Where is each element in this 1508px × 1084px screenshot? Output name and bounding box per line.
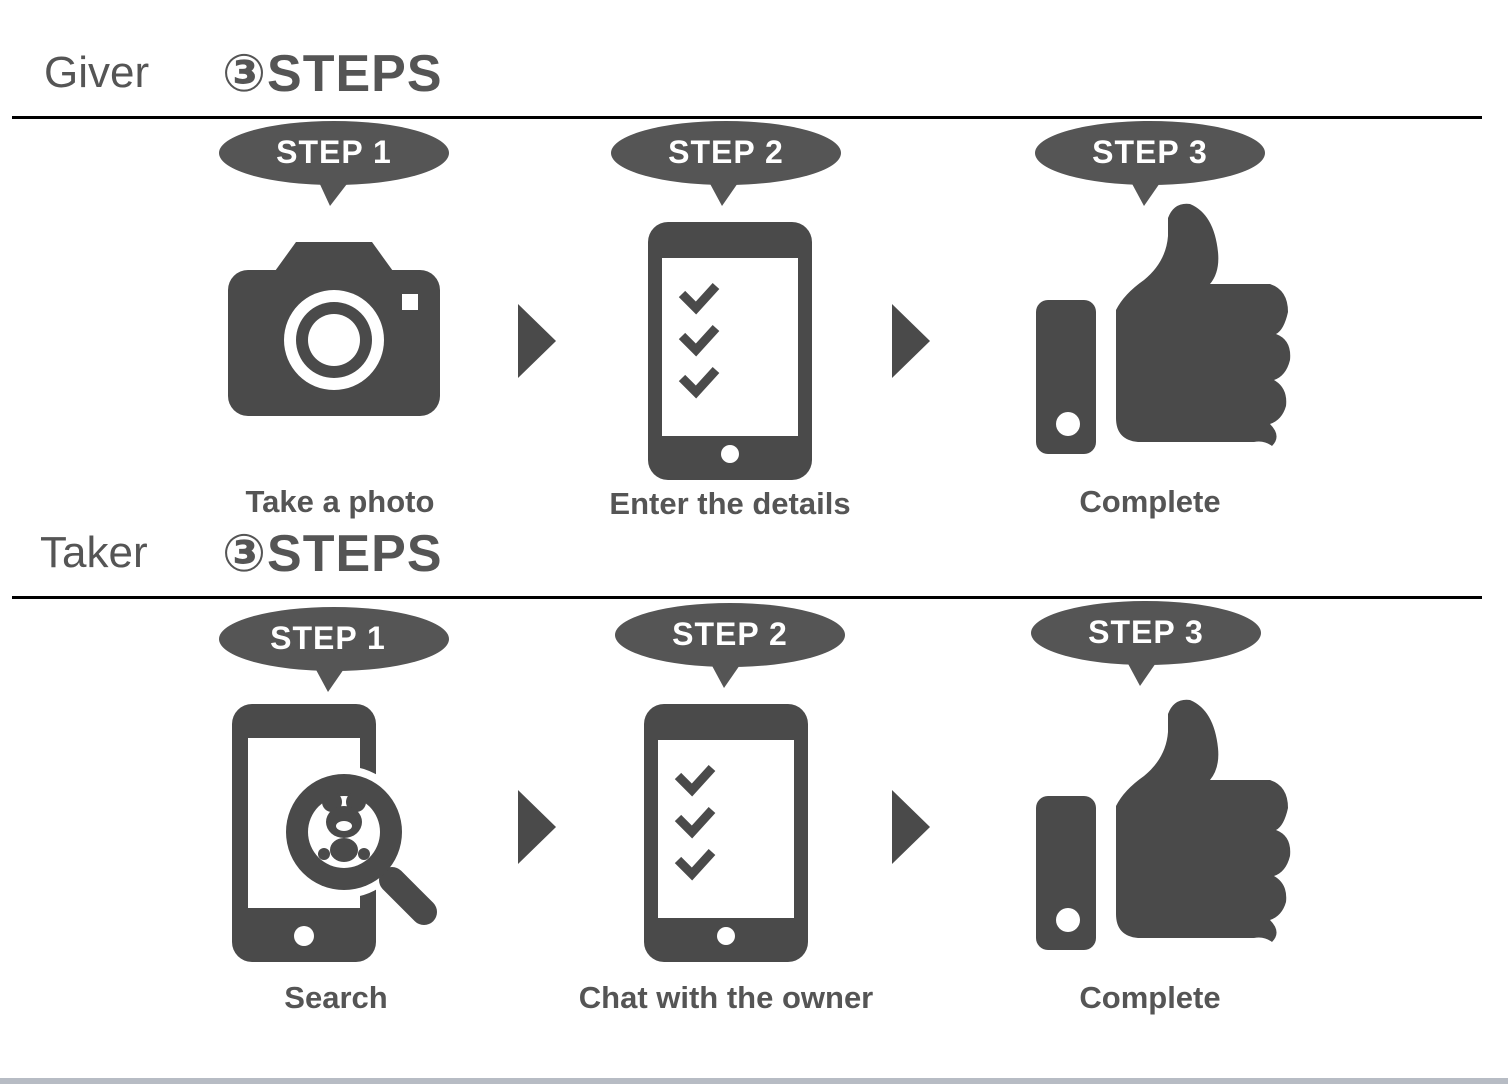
giver-divider — [12, 116, 1482, 119]
giver-step1-badge: STEP 1 — [218, 120, 450, 212]
giver-steps-title: ③STEPS — [222, 45, 443, 103]
taker-arrow-2 — [892, 790, 930, 869]
giver-step3-badge-text: STEP 3 — [1092, 134, 1208, 170]
taker-steps-title: ③STEPS — [222, 525, 443, 583]
bottom-bar — [0, 1078, 1508, 1084]
giver-role-label: Giver — [44, 48, 150, 97]
thumbs-up-icon — [1034, 696, 1294, 959]
taker-step1-badge: STEP 1 — [218, 606, 450, 698]
giver-step1-badge-text: STEP 1 — [276, 134, 392, 170]
camera-icon — [228, 240, 440, 423]
giver-step3-badge: STEP 3 — [1034, 120, 1266, 212]
taker-section: Taker ③STEPS STEP 1 Search STEP 2 Chat w… — [0, 480, 1508, 1015]
giver-arrow-1 — [518, 304, 556, 383]
taker-divider — [12, 596, 1482, 599]
taker-step3-caption: Complete — [1079, 980, 1221, 1015]
giver-step2-badge-text: STEP 2 — [668, 134, 784, 170]
giver-step2-badge: STEP 2 — [610, 120, 842, 212]
taker-step1-caption: Search — [284, 980, 388, 1015]
giver-section: Giver ③STEPS STEP 1 Take a photo STEP 2 — [0, 0, 1508, 521]
phone-search-icon — [232, 704, 438, 967]
checklist-phone-icon — [644, 704, 808, 967]
taker-step3-badge: STEP 3 — [1030, 600, 1262, 692]
taker-step3-badge-text: STEP 3 — [1088, 614, 1204, 650]
taker-role-label: Taker — [40, 528, 148, 577]
taker-step2-badge-text: STEP 2 — [672, 616, 788, 652]
taker-step2-caption: Chat with the owner — [578, 980, 874, 1015]
taker-arrow-1 — [518, 790, 556, 869]
taker-step2-badge: STEP 2 — [614, 602, 846, 694]
taker-step1-badge-text: STEP 1 — [270, 620, 386, 656]
giver-arrow-2 — [892, 304, 930, 383]
thumbs-up-icon — [1034, 200, 1294, 463]
checklist-phone-icon — [648, 222, 812, 485]
